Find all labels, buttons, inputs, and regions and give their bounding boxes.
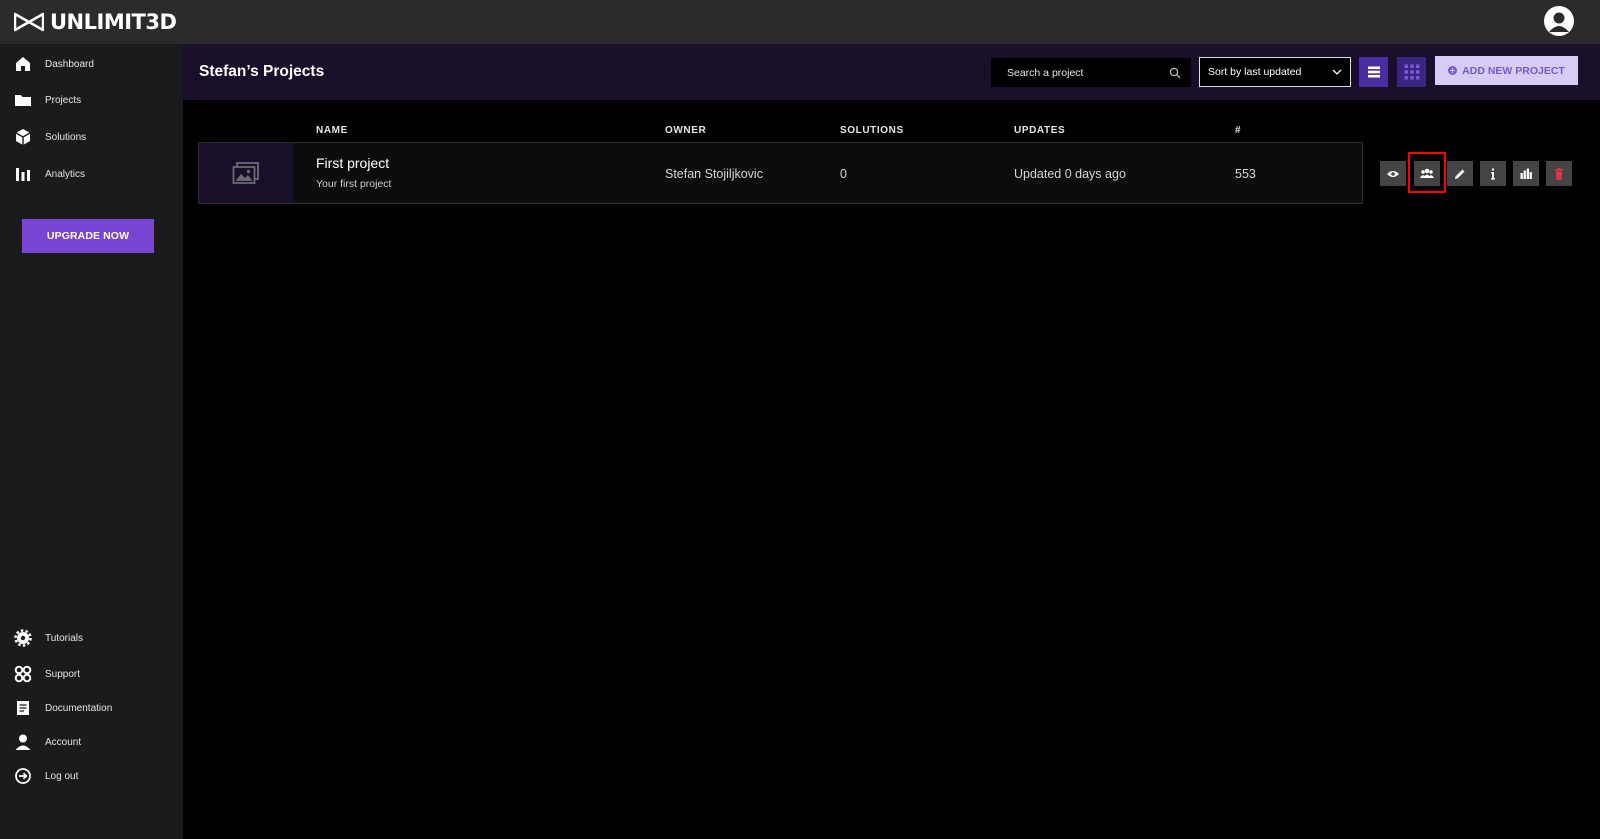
sort-dropdown[interactable]: Sort by last updated (1199, 57, 1351, 87)
user-icon (15, 734, 31, 750)
list-icon (1367, 66, 1380, 78)
sidebar-item-label: Solutions (45, 131, 87, 143)
sidebar-item-support[interactable]: Support (0, 660, 183, 688)
app-logo[interactable]: UNLIMIT3D (14, 9, 177, 35)
gear-icon (14, 629, 32, 647)
sidebar-item-account[interactable]: Account (0, 728, 183, 756)
project-name[interactable]: First project (316, 155, 389, 171)
home-icon (16, 57, 30, 71)
sidebar-item-label: Log out (45, 770, 79, 782)
project-number: 553 (1235, 167, 1256, 181)
add-new-project-label: ADD NEW PROJECT (1462, 64, 1565, 77)
project-updates: Updated 0 days ago (1014, 167, 1126, 181)
column-header-updates: UPDATES (1014, 125, 1066, 136)
sidebar-item-analytics[interactable]: Analytics (0, 160, 183, 188)
project-info-button[interactable] (1480, 161, 1506, 186)
project-solutions-count: 0 (840, 167, 847, 181)
logo-mark-icon (14, 12, 44, 32)
grid-icon (1404, 64, 1419, 80)
sidebar-item-tutorials[interactable]: Tutorials (0, 624, 183, 652)
chevron-down-icon (1332, 69, 1342, 75)
column-header-name: NAME (316, 125, 348, 136)
sidebar-item-label: Documentation (45, 702, 113, 714)
logo-text: UNLIMIT3D (50, 9, 177, 34)
grid-view-button[interactable] (1397, 57, 1426, 87)
list-view-button[interactable] (1359, 57, 1388, 87)
sidebar-item-label: Support (45, 668, 81, 680)
search-input[interactable] (991, 66, 1161, 79)
page-title: Stefan’s Projects (199, 63, 325, 80)
sidebar-item-label: Tutorials (45, 632, 83, 644)
eye-icon (1387, 170, 1399, 177)
sidebar-item-projects[interactable]: Projects (0, 86, 183, 114)
sidebar: Dashboard Projects Solutions Analytics U… (0, 44, 183, 839)
top-bar: UNLIMIT3D (0, 0, 1600, 44)
sidebar-item-documentation[interactable]: Documentation (0, 694, 183, 722)
table-row[interactable]: First project Your first project Stefan … (198, 142, 1363, 204)
sidebar-item-label: Projects (45, 94, 82, 106)
trash-icon (1555, 167, 1563, 180)
image-placeholder-icon (232, 162, 259, 184)
column-header-solutions: SOLUTIONS (840, 125, 904, 136)
sidebar-item-label: Dashboard (45, 58, 94, 70)
sidebar-item-solutions[interactable]: Solutions (0, 123, 183, 151)
page-header: Stefan’s Projects Sort by last updated A… (183, 44, 1600, 100)
plus-circle-icon (1448, 66, 1458, 75)
sidebar-item-dashboard[interactable]: Dashboard (0, 50, 183, 78)
sidebar-item-label: Analytics (45, 168, 86, 180)
search-box (991, 58, 1191, 87)
view-project-button[interactable] (1380, 161, 1406, 186)
project-description: Your first project (316, 178, 392, 190)
user-avatar[interactable] (1544, 6, 1574, 36)
info-icon (1491, 168, 1495, 180)
project-thumbnail (199, 143, 293, 203)
column-header-number: # (1235, 125, 1242, 136)
sort-selected-value: Sort by last updated (1208, 66, 1302, 78)
folder-icon (15, 95, 31, 106)
project-owner: Stefan Stojiljkovic (665, 167, 763, 181)
upgrade-now-button[interactable]: UPGRADE NOW (22, 219, 154, 253)
share-users-button[interactable] (1414, 161, 1440, 186)
project-analytics-button[interactable] (1513, 161, 1539, 186)
bar-chart-icon (16, 168, 30, 181)
sidebar-item-label: Account (45, 736, 82, 748)
cube-icon (15, 129, 31, 145)
bar-chart-icon (1520, 168, 1532, 179)
delete-project-button[interactable] (1546, 161, 1572, 186)
sidebar-item-log-out[interactable]: Log out (0, 762, 183, 790)
search-icon (1169, 67, 1181, 79)
user-icon (1549, 12, 1569, 32)
users-icon (1420, 168, 1434, 178)
edit-project-button[interactable] (1447, 161, 1473, 186)
column-header-owner: OWNER (665, 125, 707, 136)
logout-icon (15, 768, 31, 784)
document-icon (17, 701, 29, 715)
pencil-icon (1455, 169, 1465, 179)
support-icon (14, 665, 32, 683)
add-new-project-button[interactable]: ADD NEW PROJECT (1435, 56, 1578, 85)
